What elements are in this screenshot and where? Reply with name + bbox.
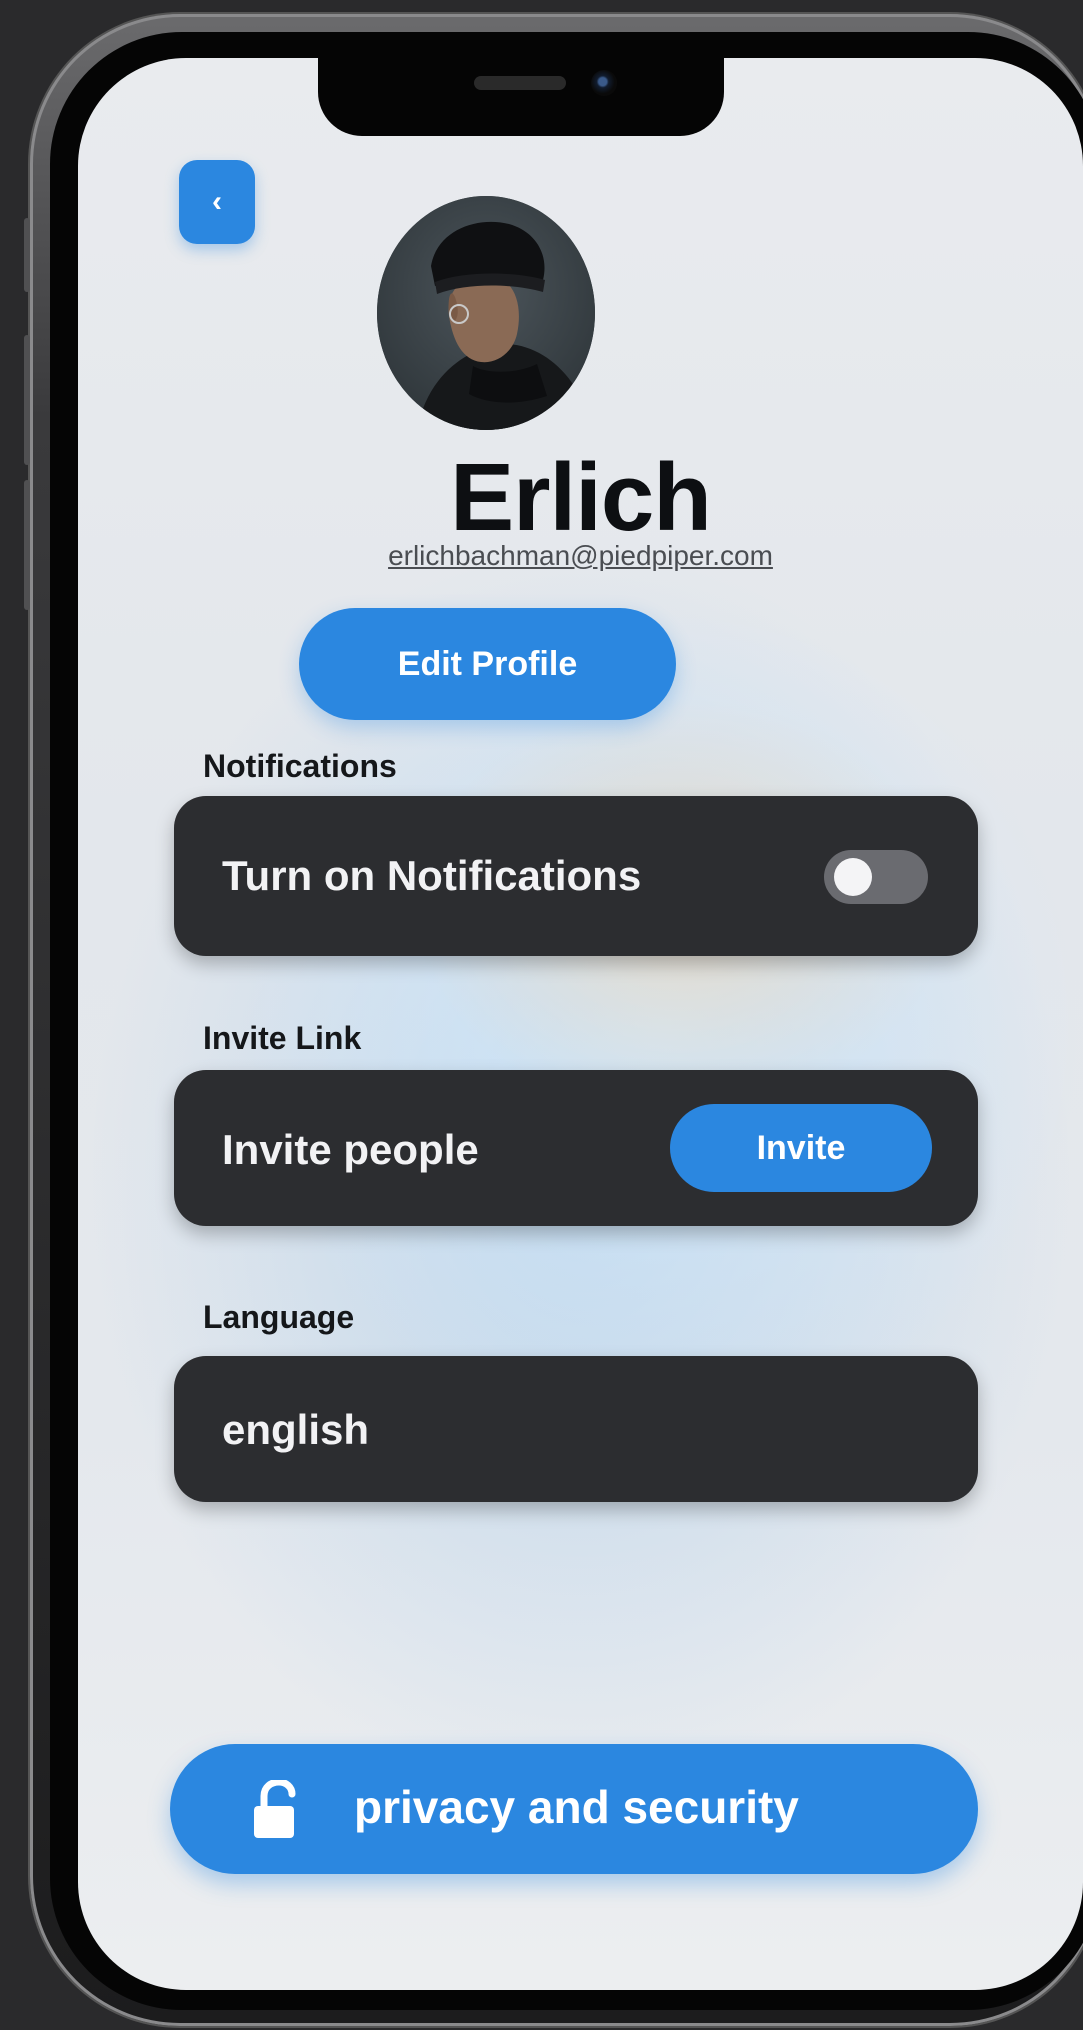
notifications-row-label: Turn on Notifications [222,852,642,899]
profile-email[interactable]: erlichbachman@piedpiper.com [78,540,1083,572]
front-camera [591,70,617,96]
chevron-left-icon: ‹ [212,185,222,218]
privacy-security-button[interactable]: privacy and security [170,1744,978,1874]
privacy-security-label: privacy and security [354,1781,799,1833]
invite-card: Invite people Invite [174,1070,978,1226]
invite-row-label: Invite people [222,1126,479,1173]
notifications-card: Turn on Notifications [174,796,978,956]
settings-screen: ‹ Erlich erlichbachman@piedpiper.com Edi… [78,58,1083,1990]
profile-photo [377,196,595,430]
language-section-label: Language [203,1299,355,1335]
mute-switch [24,218,30,292]
edit-profile-button[interactable]: Edit Profile [299,608,676,720]
invite-button[interactable]: Invite [670,1104,932,1192]
language-value: english [222,1406,370,1453]
invite-section-label: Invite Link [203,1020,362,1056]
toggle-knob [834,858,872,896]
profile-name: Erlich [450,444,712,551]
volume-up-button [24,335,30,465]
volume-down-button [24,480,30,610]
notch [318,58,724,136]
unlocked-padlock-icon [254,1780,296,1838]
back-button[interactable]: ‹ [179,160,255,244]
notifications-section-label: Notifications [203,748,397,784]
speaker-grille [474,76,566,90]
avatar[interactable] [377,196,595,430]
notifications-toggle[interactable] [824,850,928,904]
language-select[interactable]: english [174,1356,978,1502]
